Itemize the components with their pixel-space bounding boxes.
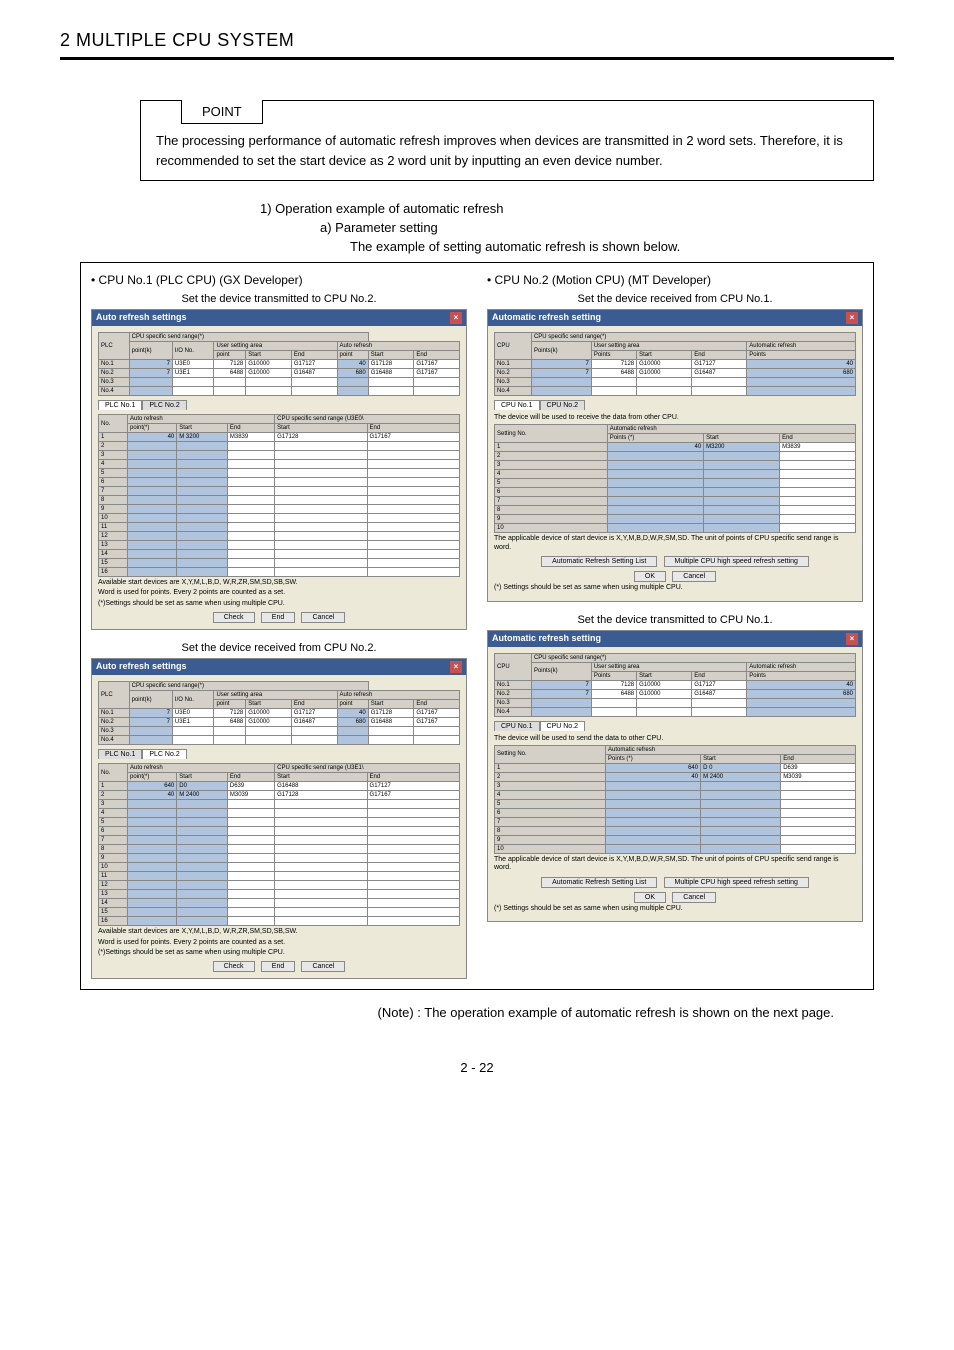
- tab-plc1[interactable]: PLC No.1: [98, 400, 142, 410]
- word-note: Word is used for points. Every 2 points …: [98, 589, 460, 597]
- dialog-header[interactable]: Auto refresh settings ×: [92, 310, 466, 326]
- mt-dialog-tx: Automatic refresh setting × CPUCPU speci…: [487, 630, 863, 923]
- tab-cpu1[interactable]: CPU No.1: [494, 400, 540, 410]
- tx-no1-label: Set the device transmitted to CPU No.1.: [487, 614, 863, 626]
- top-table: PLCCPU specific send range(*) point(k)I/…: [98, 332, 460, 396]
- list-sub: The example of setting automatic refresh…: [350, 239, 894, 254]
- tab-cpu2[interactable]: CPU No.2: [540, 400, 586, 410]
- point-label: POINT: [181, 100, 263, 124]
- list-item-1: 1) Operation example of automatic refres…: [260, 201, 894, 216]
- list-item-a: a) Parameter setting: [320, 220, 894, 235]
- gx-dialog-tx: Auto refresh settings × PLCCPU specific …: [91, 309, 467, 630]
- chapter-title: 2 MULTIPLE CPU SYSTEM: [60, 30, 894, 51]
- mt-dialog-rx: Automatic refresh setting × CPUCPU speci…: [487, 309, 863, 602]
- close-icon[interactable]: ×: [846, 633, 858, 645]
- end-button[interactable]: End: [261, 612, 295, 623]
- cancel-button[interactable]: Cancel: [672, 892, 716, 903]
- avail-note: Available start devices are X,Y,M,L,B,D,…: [98, 579, 460, 587]
- rx-no2-label: Set the device received from CPU No.2.: [91, 642, 467, 654]
- tab-cpu2[interactable]: CPU No.2: [540, 721, 586, 731]
- cancel-button[interactable]: Cancel: [301, 612, 345, 623]
- close-icon[interactable]: ×: [450, 312, 462, 324]
- close-icon[interactable]: ×: [450, 661, 462, 673]
- dialog-title: Automatic refresh setting: [492, 312, 601, 324]
- dialog-title: Automatic refresh setting: [492, 633, 601, 645]
- check-button[interactable]: Check: [213, 612, 255, 623]
- auto-list-button[interactable]: Automatic Refresh Setting List: [541, 556, 657, 567]
- send-note: The device will be used to send the data…: [494, 735, 856, 743]
- auto-refresh-table: No.Auto refreshCPU specific send range (…: [98, 414, 460, 577]
- page-number: 2 - 22: [60, 1060, 894, 1075]
- right-title: • CPU No.2 (Motion CPU) (MT Developer): [487, 273, 863, 287]
- point-box: POINT The processing performance of auto…: [140, 100, 874, 181]
- tab-plc1[interactable]: PLC No.1: [98, 749, 142, 759]
- auto-list-button[interactable]: Automatic Refresh Setting List: [541, 877, 657, 888]
- rx-no1-label: Set the device received from CPU No.1.: [487, 293, 863, 305]
- left-panel: • CPU No.1 (PLC CPU) (GX Developer) Set …: [91, 273, 467, 979]
- dialog-header[interactable]: Automatic refresh setting ×: [488, 631, 862, 647]
- check-button[interactable]: Check: [213, 961, 255, 972]
- chapter-divider: [60, 57, 894, 60]
- star-note: (*) Settings should be set as same when …: [494, 584, 856, 592]
- cancel-button[interactable]: Cancel: [301, 961, 345, 972]
- right-panel: • CPU No.2 (Motion CPU) (MT Developer) S…: [487, 273, 863, 979]
- tab-cpu1[interactable]: CPU No.1: [494, 721, 540, 731]
- diagram-box: • CPU No.1 (PLC CPU) (GX Developer) Set …: [80, 262, 874, 990]
- ok-button[interactable]: OK: [634, 892, 666, 903]
- end-button[interactable]: End: [261, 961, 295, 972]
- dialog-title: Auto refresh settings: [96, 312, 187, 324]
- multi-hs-button[interactable]: Multiple CPU high speed refresh setting: [664, 556, 809, 567]
- dialog-title: Auto refresh settings: [96, 661, 187, 673]
- multi-hs-button[interactable]: Multiple CPU high speed refresh setting: [664, 877, 809, 888]
- cancel-button[interactable]: Cancel: [672, 571, 716, 582]
- applicable-note: The applicable device of start device is…: [494, 535, 856, 552]
- list-section: 1) Operation example of automatic refres…: [260, 201, 894, 254]
- dialog-header[interactable]: Automatic refresh setting ×: [488, 310, 862, 326]
- receive-note: The device will be used to receive the d…: [494, 414, 856, 422]
- star-note: (*)Settings should be set as same when u…: [98, 600, 460, 608]
- tab-plc2[interactable]: PLC No.2: [142, 749, 186, 759]
- tab-plc2[interactable]: PLC No.2: [142, 400, 186, 410]
- close-icon[interactable]: ×: [846, 312, 858, 324]
- tx-no2-label: Set the device transmitted to CPU No.2.: [91, 293, 467, 305]
- footnote: (Note) : The operation example of automa…: [60, 1005, 834, 1020]
- gx-dialog-rx: Auto refresh settings × PLCCPU specific …: [91, 658, 467, 979]
- left-title: • CPU No.1 (PLC CPU) (GX Developer): [91, 273, 467, 287]
- dialog-header[interactable]: Auto refresh settings ×: [92, 659, 466, 675]
- ok-button[interactable]: OK: [634, 571, 666, 582]
